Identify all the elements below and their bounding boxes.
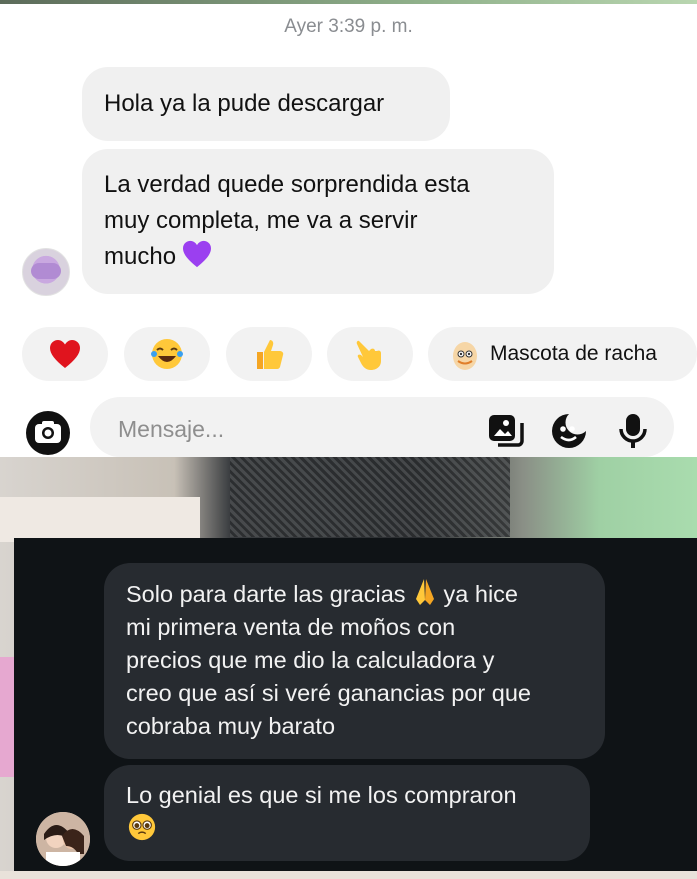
message-line: cobraba muy barato	[126, 713, 336, 739]
message-line: La verdad quede sorprendida esta	[104, 171, 470, 198]
thumbs-up-icon	[257, 340, 284, 369]
pointing-hand-icon	[356, 340, 381, 370]
pleading-face-icon	[128, 813, 156, 841]
praying-hands-icon	[415, 579, 434, 605]
photo-region	[0, 657, 14, 777]
message-line: Solo para darte las gracias ya hice	[126, 577, 583, 611]
avatar-photo	[36, 812, 90, 866]
reaction-streak-mascot-button[interactable]: Mascota de racha	[428, 327, 697, 381]
sticker-icon[interactable]	[550, 412, 588, 450]
reaction-label: Mascota de racha	[490, 342, 657, 365]
top-photo-strip	[0, 0, 697, 4]
reaction-heart-button[interactable]	[22, 327, 108, 381]
message-line	[126, 812, 568, 851]
message-line-text: mucho	[104, 243, 177, 270]
message-bubble[interactable]: Lo genial es que si me los compraron	[104, 765, 590, 861]
message-line: muy completa, me va a servir	[104, 207, 418, 234]
message-line-text: ya hice	[443, 581, 519, 607]
quick-reactions-bar: Mascota de racha	[0, 327, 697, 381]
camera-icon	[26, 411, 70, 455]
camera-button[interactable]	[24, 411, 72, 455]
reaction-pointing-button[interactable]	[327, 327, 413, 381]
gallery-icon[interactable]	[486, 412, 524, 450]
egg-mascot-icon	[453, 342, 477, 370]
message-input-placeholder: Mensaje...	[118, 416, 225, 442]
message-line: mucho	[104, 239, 532, 275]
photo-region	[0, 497, 200, 542]
contact-avatar[interactable]	[36, 812, 90, 866]
message-bubble[interactable]: La verdad quede sorprendida esta muy com…	[82, 149, 554, 294]
photo-region	[230, 457, 510, 537]
message-line: creo que así si veré ganancias por que	[126, 680, 531, 706]
chat-panel-light: Ayer 3:39 p. m. Hola ya la pude descarga…	[0, 0, 697, 457]
reaction-thumbs-up-button[interactable]	[226, 327, 312, 381]
message-line: precios que me dio la calculadora y	[126, 647, 495, 673]
red-heart-icon	[50, 340, 80, 368]
contact-avatar[interactable]	[22, 248, 70, 296]
message-line: Lo genial es que si me los compraron	[126, 782, 517, 808]
laughing-tears-icon	[151, 339, 183, 369]
message-timestamp: Ayer 3:39 p. m.	[284, 16, 413, 37]
bottom-photo-strip	[0, 871, 697, 879]
message-bubble[interactable]: Solo para darte las gracias ya hice mi pr…	[104, 563, 605, 759]
message-line: mi primera venta de moños con	[126, 614, 456, 640]
microphone-icon[interactable]	[614, 412, 652, 450]
reaction-laugh-button[interactable]	[124, 327, 210, 381]
message-text: Hola ya la pude descargar	[104, 90, 385, 117]
message-bubble[interactable]: Hola ya la pude descargar	[82, 67, 450, 141]
message-line-text: Solo para darte las gracias	[126, 581, 406, 607]
purple-heart-icon	[183, 240, 212, 268]
